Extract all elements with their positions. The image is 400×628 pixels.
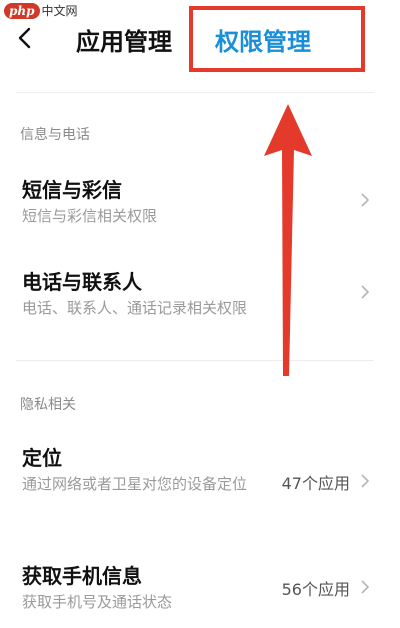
tab-app-management[interactable]: 应用管理 (76, 22, 172, 57)
item-title: 短信与彩信 (22, 178, 122, 202)
item-title: 电话与联系人 (22, 270, 142, 294)
divider (16, 92, 374, 93)
tab-permission-management[interactable]: 权限管理 (215, 22, 311, 57)
item-title: 定位 (22, 446, 62, 470)
list-item-phone-contacts[interactable]: 电话与联系人 电话、联系人、通话记录相关权限 (0, 252, 400, 332)
permission-settings-page: php 中文网 应用管理 权限管理 信息与电话 短信与彩信 短信与彩信相关权限 … (0, 0, 400, 628)
chevron-right-icon (361, 580, 370, 594)
list-item-sms-mms[interactable]: 短信与彩信 短信与彩信相关权限 (0, 160, 400, 240)
divider (16, 360, 374, 361)
annotation-arrow-icon (264, 104, 312, 376)
item-subtitle: 通过网络或者卫星对您的设备定位 (22, 475, 248, 493)
watermark: php 中文网 (4, 2, 78, 19)
app-count: 47个应用 (281, 474, 350, 493)
chevron-right-icon (361, 285, 370, 299)
section-title-privacy: 隐私相关 (20, 397, 76, 413)
app-count: 56个应用 (281, 580, 350, 599)
item-subtitle: 电话、联系人、通话记录相关权限 (22, 299, 248, 317)
watermark-logo: php (4, 2, 40, 19)
list-item-location[interactable]: 定位 通过网络或者卫星对您的设备定位 47个应用 (0, 432, 400, 532)
section-title-info-phone: 信息与电话 (20, 127, 90, 143)
item-subtitle: 获取手机号及通话状态 (22, 593, 173, 611)
item-title: 获取手机信息 (22, 564, 142, 588)
back-arrow-icon[interactable] (16, 26, 34, 50)
chevron-right-icon (361, 474, 370, 488)
list-item-phone-info[interactable]: 获取手机信息 获取手机号及通话状态 56个应用 (0, 552, 400, 628)
watermark-text: 中文网 (41, 4, 78, 18)
item-subtitle: 短信与彩信相关权限 (22, 207, 158, 225)
chevron-right-icon (361, 193, 370, 207)
